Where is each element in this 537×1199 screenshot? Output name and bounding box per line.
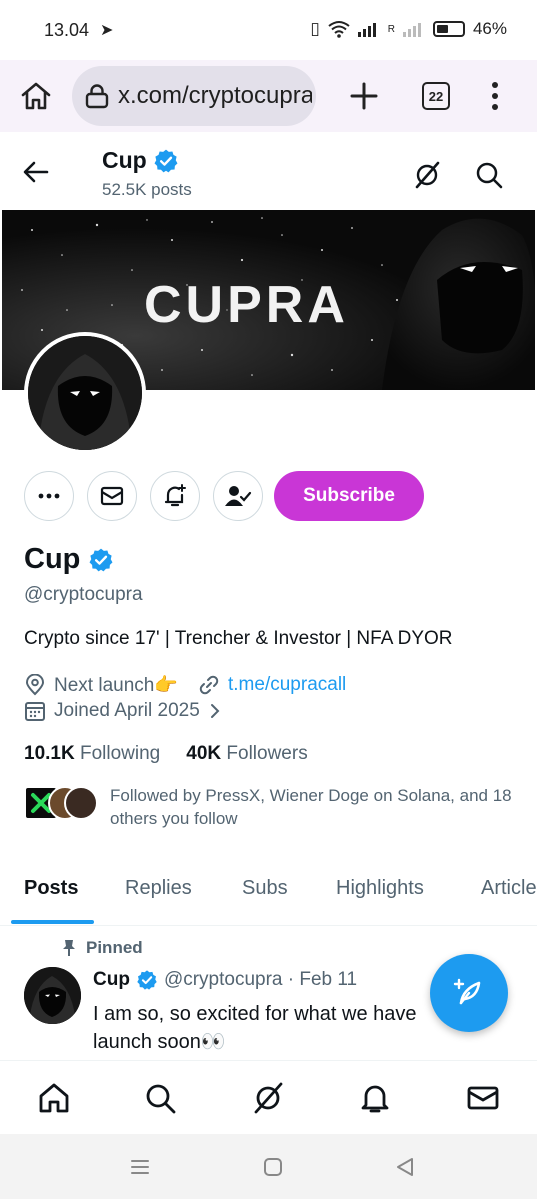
post-author-avatar[interactable] bbox=[24, 967, 81, 1024]
compose-feather-icon bbox=[453, 978, 481, 1005]
verified-badge-icon bbox=[137, 970, 157, 990]
home-icon[interactable] bbox=[18, 78, 54, 114]
more-menu-icon[interactable] bbox=[483, 78, 507, 114]
pinned-label-row: Pinned bbox=[62, 938, 143, 958]
url-text: x.com/cryptocupra bbox=[118, 82, 312, 109]
bell-plus-icon bbox=[164, 484, 186, 507]
roaming-label: R bbox=[387, 23, 395, 35]
home-icon[interactable] bbox=[37, 1081, 71, 1115]
tab-replies[interactable]: Replies bbox=[125, 877, 192, 900]
header-posts-count: 52.5K posts bbox=[102, 180, 192, 199]
recents-icon[interactable] bbox=[129, 1156, 151, 1178]
battery-percent: 46% bbox=[472, 19, 507, 38]
followed-by-row[interactable]: Followed by PressX, Wiener Doge on Solan… bbox=[24, 784, 524, 834]
profile-tabs: Posts Replies Subs Highlights Articles bbox=[0, 862, 537, 926]
followed-by-text: Followed by PressX, Wiener Doge on Solan… bbox=[110, 786, 512, 828]
subscribe-button[interactable]: Subscribe bbox=[274, 471, 424, 521]
browser-toolbar: x.com/cryptocupra 22 bbox=[0, 60, 537, 132]
compose-post-button[interactable] bbox=[430, 954, 508, 1032]
active-tab-indicator bbox=[11, 920, 94, 924]
follower-avatar bbox=[64, 786, 98, 820]
post-header: Cup @cryptocupra · Feb 11 bbox=[93, 969, 357, 991]
header-name-text: Cup bbox=[102, 147, 147, 173]
status-time: 13.04 bbox=[44, 20, 90, 40]
wifi-icon bbox=[328, 21, 350, 38]
post-avatar-graphic bbox=[24, 967, 81, 1024]
profile-handle: @cryptocupra bbox=[24, 584, 143, 605]
tab-switcher-button[interactable]: 22 bbox=[422, 82, 450, 110]
profile-topbar: Cup 52.5K posts bbox=[0, 132, 537, 210]
post-handle-date: @cryptocupra · Feb 11 bbox=[163, 969, 358, 990]
tab-articles[interactable]: Articles bbox=[481, 877, 537, 900]
more-dots-icon bbox=[38, 493, 60, 499]
bell-icon[interactable] bbox=[358, 1081, 392, 1115]
profile-name: Cup bbox=[24, 543, 114, 576]
chevron-right-icon bbox=[210, 704, 220, 718]
follow-counts: 10.1K Following 40K Followers bbox=[24, 743, 308, 765]
link-icon bbox=[199, 675, 219, 695]
user-check-icon bbox=[225, 486, 252, 506]
followers-count-link[interactable]: 40K Followers bbox=[186, 743, 307, 765]
avatar-graphic bbox=[28, 336, 142, 450]
tab-subs[interactable]: Subs bbox=[242, 877, 288, 900]
profile-joined-row[interactable]: Joined April 2025 bbox=[24, 700, 232, 722]
profile-link[interactable]: t.me/cupracall bbox=[228, 674, 346, 696]
lock-icon bbox=[85, 84, 109, 109]
header-name: Cup bbox=[102, 147, 179, 174]
battery-icon bbox=[432, 21, 465, 37]
calendar-icon bbox=[25, 702, 45, 721]
message-button[interactable] bbox=[87, 471, 137, 521]
vibrate-icon: ▯ bbox=[310, 19, 320, 38]
followers-label: Followers bbox=[226, 743, 308, 764]
profile-location: Next launch👉 bbox=[54, 675, 178, 696]
following-count: 10.1K bbox=[24, 743, 75, 764]
tab-posts[interactable]: Posts bbox=[24, 877, 78, 900]
system-navigation bbox=[0, 1134, 537, 1199]
grok-icon[interactable] bbox=[412, 160, 442, 190]
following-label: Following bbox=[79, 743, 161, 764]
telegram-icon: ➤ bbox=[100, 22, 114, 39]
more-options-button[interactable] bbox=[24, 471, 74, 521]
new-tab-icon[interactable] bbox=[346, 78, 382, 114]
post-author-name[interactable]: Cup bbox=[93, 969, 130, 991]
back-button-icon[interactable] bbox=[394, 1156, 416, 1178]
search-icon[interactable] bbox=[143, 1081, 177, 1115]
profile-bio: Crypto since 17' | Trencher & Investor |… bbox=[24, 628, 453, 649]
signal-icon-2 bbox=[402, 23, 421, 37]
search-icon[interactable] bbox=[474, 160, 504, 190]
status-bar: 13.04 ➤ ▯ R 46% bbox=[0, 0, 537, 60]
verified-badge-icon bbox=[154, 149, 178, 172]
post-text-line-2: launch soon👀 bbox=[93, 1031, 226, 1053]
mail-icon bbox=[100, 486, 124, 506]
home-button-icon[interactable] bbox=[262, 1156, 284, 1178]
bottom-navigation bbox=[0, 1060, 537, 1134]
signal-icon bbox=[357, 23, 376, 37]
profile-joined: Joined April 2025 bbox=[54, 700, 200, 721]
notifications-button[interactable] bbox=[150, 471, 200, 521]
pinned-label: Pinned bbox=[86, 938, 143, 957]
profile-name-text: Cup bbox=[24, 543, 81, 575]
status-icons: ▯ R 46% bbox=[310, 19, 507, 39]
verified-badge-icon[interactable] bbox=[88, 547, 114, 573]
following-status-button[interactable] bbox=[213, 471, 263, 521]
profile-meta-row: Next launch👉 t.me/cupracall bbox=[24, 673, 346, 697]
tab-highlights[interactable]: Highlights bbox=[336, 877, 424, 900]
mail-icon[interactable] bbox=[466, 1081, 500, 1115]
battery-fill bbox=[436, 25, 448, 33]
address-bar[interactable]: x.com/cryptocupra bbox=[72, 66, 316, 126]
followed-by-avatars bbox=[24, 786, 98, 820]
grok-icon[interactable] bbox=[251, 1081, 285, 1115]
back-arrow-icon[interactable] bbox=[22, 158, 50, 186]
banner-text: CUPRA bbox=[144, 276, 349, 334]
followers-count: 40K bbox=[186, 743, 222, 764]
location-pin-icon bbox=[25, 674, 45, 696]
following-count-link[interactable]: 10.1K Following bbox=[24, 743, 160, 765]
profile-avatar[interactable] bbox=[24, 332, 146, 454]
pin-icon bbox=[63, 940, 75, 956]
